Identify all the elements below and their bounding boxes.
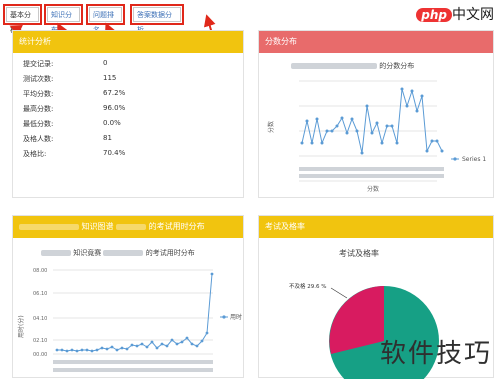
time-chart-title-mid: 知识竟赛 [73, 249, 102, 257]
score-distribution-panel: 分数分布 的分数分布 分数 分数 Series 1 [258, 30, 494, 198]
ytick: 04.10 [33, 316, 47, 322]
score-panel-title: 分数分布 [259, 31, 493, 53]
legend-marker [222, 315, 226, 319]
redacted-name [19, 223, 79, 230]
stats-panel: 统计分析 提交记录: 0 测试次数: 115 平均分数: 67.2% 最高分数: 96.… [12, 30, 244, 198]
stat-label: 提交记录: [23, 60, 54, 68]
stats-panel-title: 统计分析 [13, 31, 243, 53]
redacted-name [291, 63, 377, 69]
score-legend-label: Series 1 [462, 156, 486, 163]
stat-label: 及格比: [23, 150, 47, 158]
redacted-name [116, 223, 147, 230]
time-chart-title-suffix: 的考试用时分布 [145, 249, 195, 257]
stat-value: 67.2% [103, 89, 126, 97]
stat-label: 最低分数: [23, 120, 54, 128]
score-xaxis-title: 分数 [367, 185, 379, 193]
stat-label: 平均分数: [23, 90, 54, 98]
ytick: 00.00 [33, 352, 47, 358]
ytick: 06.10 [33, 291, 47, 297]
score-yaxis-title: 分数 [267, 121, 275, 133]
score-chart-title-text: 的分数分布 [379, 62, 415, 70]
score-line-chart: 分数 分数 Series 1 [267, 80, 486, 193]
pie-label-line [330, 287, 348, 299]
time-legend-label: 用时 [230, 313, 242, 321]
pie-fail-label: 不及格 29.6 % [289, 282, 326, 290]
time-chart-title: 知识竟赛 的考试用时分布 [41, 248, 195, 258]
redacted-name [41, 250, 71, 256]
stat-label: 测试次数: [23, 75, 54, 83]
annotation-box [86, 4, 125, 25]
stat-value: 115 [103, 74, 117, 82]
annotation-box [44, 4, 83, 25]
stat-value: 70.4% [103, 149, 126, 157]
time-yaxis-title: 用时(分) [17, 315, 25, 338]
ytick: 08.00 [33, 268, 47, 274]
time-distribution-panel: 知识图谱 的考试用时分布 知识竟赛 的考试用时分布 08.00 06.10 04… [12, 215, 244, 378]
site-logo: php 中文网 [416, 4, 494, 24]
time-panel-title-mid: 知识图谱 [81, 222, 114, 231]
annotation-box [3, 4, 42, 25]
pass-panel-title: 考试及格率 [259, 216, 493, 238]
score-chart-title: 的分数分布 [291, 61, 414, 71]
stat-label: 及格人数: [23, 135, 54, 143]
stat-value: 81 [103, 134, 112, 142]
time-panel-title-suffix: 的考试用时分布 [148, 222, 205, 231]
logo-php: php [416, 8, 452, 22]
time-line-chart: 08.00 06.10 04.10 02.10 00.00 用时(分) 用时 [17, 268, 242, 372]
stat-value: 96.0% [103, 104, 126, 112]
stat-value: 0.0% [103, 119, 121, 127]
watermark: 软件技巧 [379, 339, 492, 369]
stat-label: 最高分数: [23, 105, 54, 113]
annotation-box [130, 4, 184, 25]
stat-value: 0 [103, 59, 108, 67]
redacted-name [103, 250, 144, 256]
ytick: 02.10 [33, 338, 47, 344]
logo-text: 中文网 [452, 7, 494, 23]
time-panel-title: 知识图谱 的考试用时分布 [13, 216, 243, 238]
legend-marker [453, 157, 457, 161]
